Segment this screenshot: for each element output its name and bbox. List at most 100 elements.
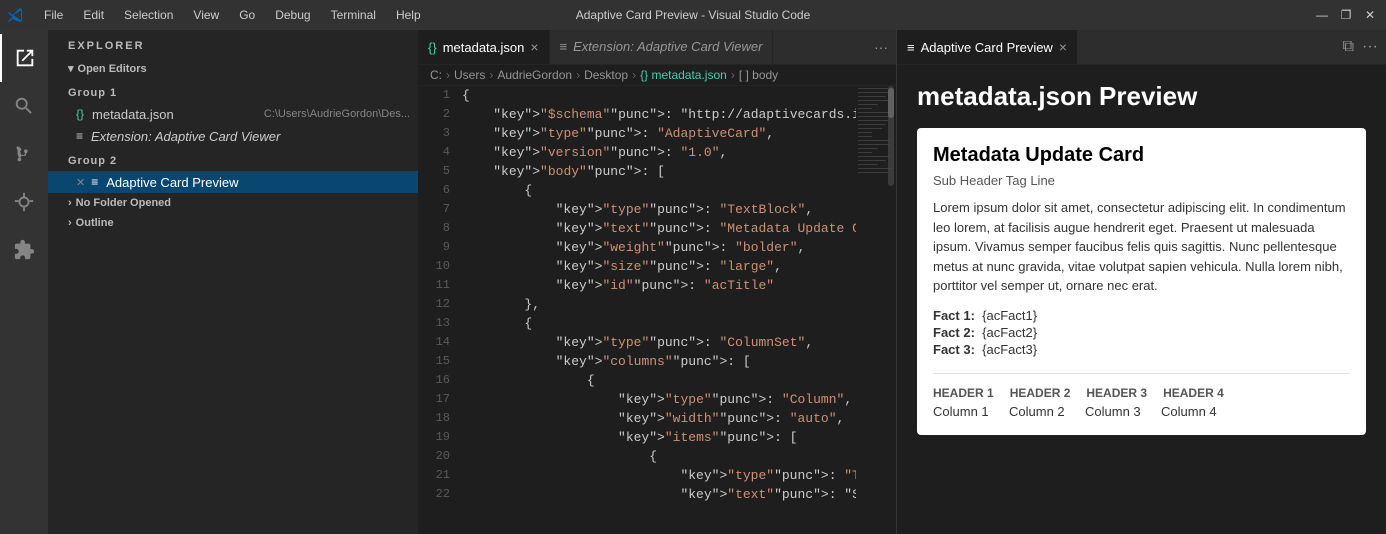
tab-metadata-json[interactable]: {} metadata.json × — [418, 30, 550, 64]
sidebar-item-metadata-json[interactable]: {} metadata.json C:\Users\AudrieGordon\D… — [48, 103, 418, 125]
breadcrumb-file[interactable]: {} metadata.json — [640, 68, 727, 82]
code-line-1[interactable]: { — [462, 86, 852, 105]
tab-json-icon: {} — [428, 40, 437, 55]
preview-tab-close-icon[interactable]: × — [1059, 39, 1067, 55]
no-folder-section[interactable]: › No Folder Opened — [48, 193, 418, 213]
group2-label: Group 2 — [48, 151, 418, 171]
col-header-1: HEADER 1 — [933, 386, 994, 400]
code-line-14[interactable]: "key">"type""punc">: "ColumnSet", — [462, 333, 852, 352]
code-line-20[interactable]: { — [462, 447, 852, 466]
code-line-16[interactable]: { — [462, 371, 852, 390]
preview-tab-icon: ≡ — [907, 40, 915, 55]
close-button[interactable]: ✕ — [1362, 7, 1378, 23]
maximize-button[interactable]: ❐ — [1338, 7, 1354, 23]
code-line-13[interactable]: { — [462, 314, 852, 333]
sidebar-item-extension-text: Extension: Adaptive Card Viewer — [91, 129, 410, 144]
minimap — [856, 86, 896, 534]
menu-edit[interactable]: Edit — [75, 6, 112, 24]
menu-bar: File Edit Selection View Go Debug Termin… — [36, 6, 429, 24]
breadcrumb-users[interactable]: Users — [454, 68, 485, 82]
card-table-row-1: Column 1 Column 2 Column 3 Column 4 — [933, 404, 1350, 419]
code-line-9[interactable]: "key">"weight""punc">: "bolder", — [462, 238, 852, 257]
col-cell-4: Column 4 — [1161, 404, 1221, 419]
card-fact-3: Fact 3: {acFact3} — [933, 342, 1350, 357]
activity-bar — [0, 30, 48, 534]
sidebar-item-adaptive-preview[interactable]: ✕ ≡ Adaptive Card Preview — [48, 171, 418, 193]
sidebar: Explorer ▾ Open Editors Group 1 {} metad… — [48, 30, 418, 534]
menu-file[interactable]: File — [36, 6, 71, 24]
code-line-6[interactable]: { — [462, 181, 852, 200]
col-header-3: HEADER 3 — [1086, 386, 1147, 400]
code-line-21[interactable]: "key">"type""punc">: "TextBlock" — [462, 466, 852, 485]
menu-selection[interactable]: Selection — [116, 6, 181, 24]
code-line-19[interactable]: "key">"items""punc">: [ — [462, 428, 852, 447]
preview-tab-label: Adaptive Card Preview — [921, 40, 1053, 55]
menu-help[interactable]: Help — [388, 6, 429, 24]
menu-view[interactable]: View — [185, 6, 227, 24]
code-line-3[interactable]: "key">"type""punc">: "AdaptiveCard", — [462, 124, 852, 143]
activity-explorer[interactable] — [0, 34, 48, 82]
code-content[interactable]: { "key">"$schema""punc">: "http://adapti… — [458, 86, 856, 534]
chevron-down-icon: ▾ — [68, 62, 74, 75]
tab-metadata-label: metadata.json — [443, 40, 525, 55]
col-cell-3: Column 3 — [1085, 404, 1145, 419]
preview-more-icon[interactable]: ··· — [1362, 38, 1378, 56]
code-line-4[interactable]: "key">"version""punc">: "1.0", — [462, 143, 852, 162]
card-divider — [933, 373, 1350, 374]
code-line-5[interactable]: "key">"body""punc">: [ — [462, 162, 852, 181]
tab-metadata-close-icon[interactable]: × — [530, 39, 538, 55]
breadcrumb: C: › Users › AudrieGordon › Desktop › {}… — [418, 65, 896, 86]
activity-source-control[interactable] — [0, 130, 48, 178]
card-fact-2: Fact 2: {acFact2} — [933, 325, 1350, 340]
col-cell-1: Column 1 — [933, 404, 993, 419]
code-line-22[interactable]: "key">"text""punc">: "Sub Header — [462, 485, 852, 504]
close-adaptive-preview-icon[interactable]: ✕ — [76, 176, 85, 189]
code-line-18[interactable]: "key">"width""punc">: "auto", — [462, 409, 852, 428]
card-fact-1: Fact 1: {acFact1} — [933, 308, 1350, 323]
code-line-12[interactable]: }, — [462, 295, 852, 314]
tab-bar: {} metadata.json × ≡ Extension: Adaptive… — [418, 30, 896, 65]
title-bar: File Edit Selection View Go Debug Termin… — [0, 0, 1386, 30]
code-line-15[interactable]: "key">"columns""punc">: [ — [462, 352, 852, 371]
preview-split-icon[interactable]: ⧉ — [1343, 38, 1354, 56]
preview-content: metadata.json Preview Metadata Update Ca… — [897, 65, 1386, 534]
editor-area: {} metadata.json × ≡ Extension: Adaptive… — [418, 30, 896, 534]
col-header-4: HEADER 4 — [1163, 386, 1224, 400]
preview-tab-bar: ≡ Adaptive Card Preview × ⧉ ··· — [897, 30, 1386, 65]
breadcrumb-body[interactable]: [ ] body — [739, 68, 778, 82]
open-editors-section[interactable]: ▾ Open Editors — [48, 58, 418, 79]
minimize-button[interactable]: — — [1314, 7, 1330, 23]
chevron-right-icon: › — [68, 197, 72, 209]
extension-file-icon: ≡ — [76, 129, 83, 143]
preview-panel: ≡ Adaptive Card Preview × ⧉ ··· metadata… — [896, 30, 1386, 534]
tab-extension-viewer[interactable]: ≡ Extension: Adaptive Card Viewer — [550, 30, 774, 64]
code-line-8[interactable]: "key">"text""punc">: "Metadata Update Ca… — [462, 219, 852, 238]
sidebar-item-extension-viewer[interactable]: ≡ Extension: Adaptive Card Viewer — [48, 125, 418, 147]
activity-search[interactable] — [0, 82, 48, 130]
menu-go[interactable]: Go — [231, 6, 263, 24]
card-facts: Fact 1: {acFact1} Fact 2: {acFact2} Fact… — [933, 308, 1350, 357]
code-line-17[interactable]: "key">"type""punc">: "Column", — [462, 390, 852, 409]
json-file-icon: {} — [76, 107, 84, 121]
col-cell-2: Column 2 — [1009, 404, 1069, 419]
tab-more-button[interactable]: ··· — [866, 30, 896, 64]
sidebar-item-metadata-path: C:\Users\AudrieGordon\Des... — [264, 108, 410, 120]
activity-debug[interactable] — [0, 178, 48, 226]
code-editor[interactable]: 12345678910111213141516171819202122 { "k… — [418, 86, 896, 534]
outline-section[interactable]: › Outline — [48, 213, 418, 233]
preview-tab[interactable]: ≡ Adaptive Card Preview × — [897, 30, 1077, 64]
menu-debug[interactable]: Debug — [267, 6, 318, 24]
breadcrumb-c[interactable]: C: — [430, 68, 442, 82]
activity-extensions[interactable] — [0, 226, 48, 274]
breadcrumb-desktop[interactable]: Desktop — [584, 68, 628, 82]
breadcrumb-audrie[interactable]: AudrieGordon — [497, 68, 572, 82]
code-line-10[interactable]: "key">"size""punc">: "large", — [462, 257, 852, 276]
tab-extension-label: Extension: Adaptive Card Viewer — [573, 39, 762, 54]
code-line-7[interactable]: "key">"type""punc">: "TextBlock", — [462, 200, 852, 219]
code-line-2[interactable]: "key">"$schema""punc">: "http://adaptive… — [462, 105, 852, 124]
card-table-header: HEADER 1 HEADER 2 HEADER 3 HEADER 4 — [933, 386, 1350, 400]
preview-tab-actions: ⧉ ··· — [1335, 30, 1386, 64]
tab-ext-icon: ≡ — [560, 39, 568, 54]
menu-terminal[interactable]: Terminal — [323, 6, 384, 24]
code-line-11[interactable]: "key">"id""punc">: "acTitle" — [462, 276, 852, 295]
